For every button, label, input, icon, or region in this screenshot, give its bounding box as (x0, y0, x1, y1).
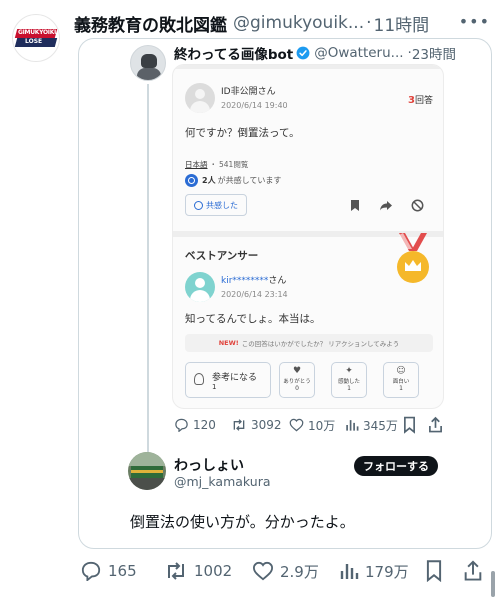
bookmark-icon[interactable] (425, 560, 443, 582)
answer-user-avatar (185, 272, 215, 302)
quoted-retweet-count: 3092 (251, 418, 282, 432)
quoted-reply-count: 120 (193, 418, 216, 432)
reply-author-handle[interactable]: @mj_kamakura (174, 474, 271, 489)
quoted-author-handle[interactable]: @Owatteru... (314, 45, 403, 61)
empathy-icon (185, 174, 198, 187)
view-count: 179万 (365, 562, 409, 581)
quoted-tweet-header: 終わってる画像bot @Owatteru... · 23時間 (174, 43, 486, 63)
smile-face-icon: ☺ (396, 366, 406, 376)
reaction-funny: ☺ 面白い 1 (383, 362, 419, 398)
author-handle[interactable]: @gimukyouik... (233, 13, 364, 33)
quoted-reply-button[interactable]: 120 (174, 416, 216, 434)
reaction-helpful: 参考になる 1 (185, 362, 271, 398)
reply-icon (175, 418, 188, 432)
quoted-share-icon[interactable] (428, 416, 443, 434)
reaction-thanks: ♥ ありがとう 0 (279, 362, 315, 398)
quoted-bookmark-icon[interactable] (403, 416, 416, 434)
header-separator: · (366, 13, 372, 33)
more-dots-icon[interactable]: ••• (459, 12, 490, 31)
reply-author-name[interactable]: わっしょい (174, 455, 244, 475)
like-count: 2.9万 (280, 562, 319, 581)
reply-author-avatar[interactable] (128, 452, 166, 490)
thread-line (147, 84, 149, 452)
heart-outline-icon (289, 418, 304, 432)
views-chart-icon (340, 564, 359, 579)
retweet-icon (233, 419, 245, 431)
quoted-views-button[interactable]: 345万 (345, 416, 398, 434)
quoted-author-name[interactable]: 終わってる画像bot (174, 43, 293, 63)
answer-date: 2020/6/14 23:14 (221, 290, 288, 299)
question-date: 2020/6/14 19:40 (221, 101, 288, 110)
views-button[interactable]: 179万 (339, 560, 409, 582)
retweet-count: 1002 (194, 562, 233, 580)
answer-user: kir********さん (221, 276, 287, 286)
retweet-icon (168, 562, 184, 580)
reply-icon (81, 561, 101, 581)
answer-text: 知ってるんでしょ。本当は。 (185, 313, 321, 325)
medal-icon (397, 233, 429, 283)
empathy-summary: 2人 が共感しています (185, 174, 281, 187)
share-icon[interactable] (463, 560, 483, 582)
tweet-time[interactable]: 11時間 (374, 11, 430, 36)
reply-text: 倒置法の使い方が。分かったよ。 (130, 513, 355, 531)
smile-icon (194, 200, 203, 210)
reply-count: 165 (108, 562, 137, 580)
heart-icon: ♥ (292, 366, 302, 376)
question-meta: 日本語・ 541閲覧 (185, 160, 249, 169)
share-arrow-icon (380, 201, 392, 211)
retweet-button[interactable]: 1002 (164, 560, 232, 582)
tweet-header: 義務教育の敗北図鑑 @gimukyouik... · 11時間 ••• (74, 11, 490, 36)
bookmark-icon (351, 200, 359, 211)
follow-button[interactable]: フォローする (354, 456, 438, 476)
author-name[interactable]: 義務教育の敗北図鑑 (74, 11, 227, 36)
question-user-avatar (185, 83, 215, 113)
like-button[interactable]: 2.9万 (252, 560, 319, 582)
best-answer-title: ベストアンサー (185, 250, 259, 262)
quoted-tweet-time[interactable]: 23時間 (412, 43, 456, 63)
question-text: 何ですか？倒置法って。 (185, 127, 300, 139)
quoted-like-button[interactable]: 10万 (289, 416, 335, 434)
quoted-retweet-button[interactable]: 3092 (231, 416, 282, 434)
sparkle-icon: ✦ (345, 366, 353, 376)
author-avatar[interactable]: GIMUKYOIKU LOSE (12, 14, 60, 62)
quoted-view-count: 345万 (363, 418, 398, 433)
verified-badge-icon (296, 46, 310, 60)
question-user: ID非公開さん (221, 87, 276, 97)
attached-image[interactable]: ID非公開さん 2020/6/14 19:40 3回答 何ですか？倒置法って。 … (172, 64, 444, 409)
author-logo: GIMUKYOIKU LOSE (14, 27, 59, 49)
reply-button[interactable]: 165 (80, 560, 137, 582)
heart-outline-icon (252, 561, 274, 581)
answer-count: 3回答 (408, 95, 433, 106)
block-icon (411, 199, 424, 212)
quoted-like-count: 10万 (308, 418, 336, 433)
scrollbar[interactable] (491, 571, 495, 597)
empathy-button: 共感した (185, 194, 247, 216)
quoted-author-avatar[interactable] (130, 45, 166, 81)
views-chart-icon (346, 420, 359, 431)
reaction-moved: ✦ 感動した 1 (331, 362, 367, 398)
lightbulb-icon (194, 373, 204, 385)
reaction-prompt: NEW! この回答はいかがでしたか？ リアクションしてみよう (185, 334, 433, 352)
